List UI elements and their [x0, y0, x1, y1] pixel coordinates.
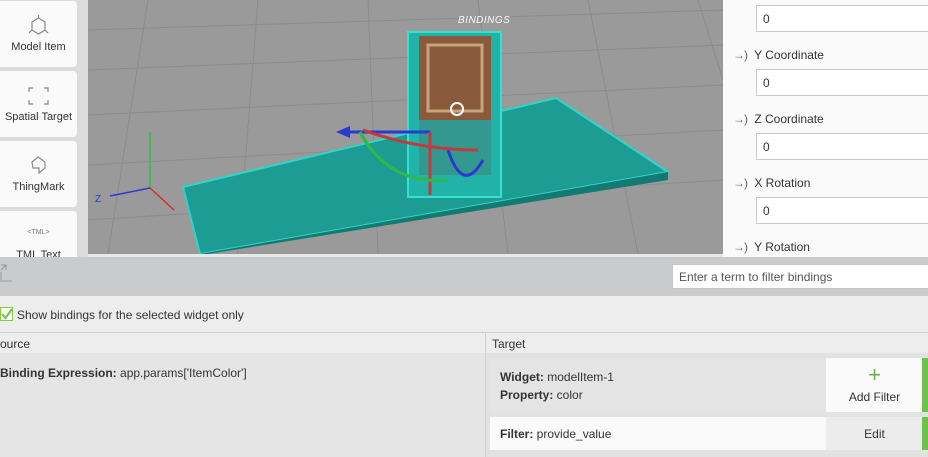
palette-item-tml-text[interactable]: <TML> TML Text — [0, 211, 77, 257]
x-rotation-label: →) X Rotation — [733, 176, 811, 190]
spatial-target-icon — [0, 85, 77, 107]
palette-item-thingmark[interactable]: ThingMark — [0, 141, 77, 207]
y-coordinate-input[interactable]: 0 — [756, 69, 928, 96]
binding-expression: Binding Expression: app.params['ItemColo… — [0, 366, 247, 380]
expand-icon[interactable] — [0, 264, 14, 282]
z-coordinate-label: →) Z Coordinate — [733, 112, 824, 126]
palette-item-label: Spatial Target — [4, 111, 73, 123]
canvas-3d-viewport[interactable]: Z — [88, 0, 723, 254]
add-filter-button[interactable]: + Add Filter — [826, 358, 923, 412]
filter-value: Filter: provide_value — [500, 427, 612, 441]
x-coordinate-input[interactable]: 0 — [756, 5, 928, 32]
palette-item-label: TML Text — [16, 249, 61, 257]
palette-item-model-item[interactable]: Model Item — [0, 1, 77, 67]
plus-icon: + — [868, 362, 881, 387]
bindings-title: BINDINGS — [458, 15, 511, 26]
z-coordinate-input[interactable]: 0 — [756, 133, 928, 160]
tml-text-icon: <TML> — [27, 229, 50, 236]
palette-item-label: ThingMark — [12, 181, 65, 193]
properties-panel: 0 →) Y Coordinate 0 →) Z Coordinate 0 →)… — [723, 0, 928, 257]
bindings-filter-input[interactable]: Enter a term to filter bindings — [672, 264, 928, 289]
column-target: Target — [492, 337, 526, 351]
selected-only-label[interactable]: Show bindings for the selected widget on… — [17, 308, 244, 322]
binding-icon[interactable]: →) — [733, 176, 748, 190]
binding-icon[interactable]: →) — [733, 112, 748, 126]
axis-z-label: Z — [95, 194, 101, 205]
add-filter-label: Add Filter — [848, 390, 901, 404]
palette-item-spatial-target[interactable]: Spatial Target — [0, 71, 77, 137]
edit-filter-button[interactable]: Edit — [826, 417, 923, 450]
binding-icon[interactable]: →) — [733, 48, 748, 62]
y-rotation-label: →) Y Rotation — [733, 240, 810, 254]
y-coordinate-label: →) Y Coordinate — [733, 48, 824, 62]
model-item-icon — [0, 15, 77, 37]
target-widget: Widget: modelItem-1 — [500, 370, 614, 384]
column-source: ource — [0, 337, 31, 351]
binding-status-bar — [922, 358, 928, 412]
target-card — [490, 358, 827, 412]
filter-status-bar — [922, 417, 928, 450]
x-rotation-input[interactable]: 0 — [756, 197, 928, 224]
selected-only-checkbox[interactable] — [0, 307, 13, 321]
board-image — [419, 36, 491, 120]
binding-icon[interactable]: →) — [733, 240, 748, 254]
thingmark-icon — [0, 155, 77, 177]
checkmark-icon — [1, 308, 13, 320]
palette-item-label: Model Item — [11, 41, 66, 53]
bindings-table-header — [0, 333, 928, 353]
target-property: Property: color — [500, 388, 583, 402]
scene-graphic: Z — [88, 0, 723, 254]
widget-palette: Model Item Spatial Target ThingMark <TML… — [0, 0, 88, 257]
